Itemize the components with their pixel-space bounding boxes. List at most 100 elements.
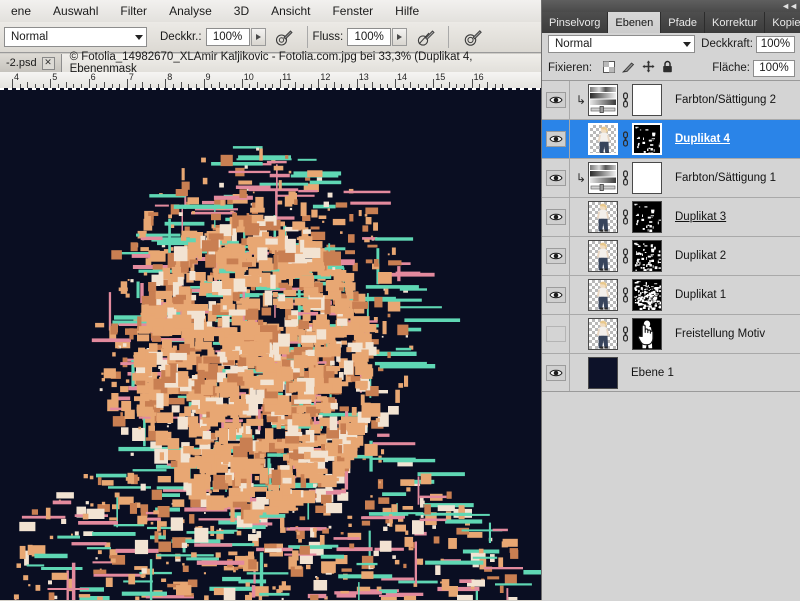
menu-item-hilfe[interactable]: Hilfe	[384, 2, 430, 20]
layer-content[interactable]: ↳Farbton/Sättigung 2	[570, 81, 800, 119]
eye-icon[interactable]	[546, 209, 566, 225]
layer-name[interactable]: Farbton/Sättigung 2	[675, 94, 776, 106]
eye-icon[interactable]	[546, 92, 566, 108]
layer-thumbnail[interactable]	[588, 318, 618, 350]
menu-item-filter[interactable]: Filter	[109, 2, 158, 20]
document-tab[interactable]: -2.psd✕	[0, 54, 62, 72]
layer-row[interactable]: Duplikat 2	[542, 237, 800, 276]
layer-name[interactable]: Freistellung Motiv	[675, 328, 765, 340]
ruler-tick	[357, 79, 358, 88]
menu-item-ene[interactable]: ene	[0, 2, 42, 20]
layer-opacity-input[interactable]: 100%	[756, 36, 795, 53]
eye-icon[interactable]	[546, 326, 566, 342]
layer-row[interactable]: Ebene 1	[542, 354, 800, 393]
layer-name[interactable]: Duplikat 2	[675, 250, 726, 262]
document-tab[interactable]: © Fotolia_14982670_XLAmir Kaljikovic - F…	[62, 54, 541, 72]
layer-list[interactable]: ↳Farbton/Sättigung 2 Duplikat 4 ↳Farbton/S…	[542, 80, 800, 392]
layer-row[interactable]: Duplikat 3	[542, 198, 800, 237]
link-mask-icon[interactable]	[618, 92, 632, 108]
layer-row[interactable]: ↳Farbton/Sättigung 2	[542, 81, 800, 120]
brush-blend-mode-select[interactable]: Normal	[4, 27, 147, 47]
layer-mask-thumbnail[interactable]	[632, 201, 662, 233]
layer-mask-thumbnail[interactable]	[632, 279, 662, 311]
eye-icon[interactable]	[546, 287, 566, 303]
layer-thumbnail[interactable]	[588, 162, 618, 194]
layer-thumbnail[interactable]	[588, 123, 618, 155]
lock-image-icon[interactable]	[622, 61, 635, 76]
layer-visibility-cell[interactable]	[542, 198, 570, 236]
layer-content[interactable]: Duplikat 4	[570, 120, 800, 158]
layer-mask-thumbnail[interactable]	[632, 240, 662, 272]
menu-item-fenster[interactable]: Fenster	[321, 2, 384, 20]
eye-icon[interactable]	[546, 131, 566, 147]
eye-icon[interactable]	[546, 365, 566, 381]
flow-stepper[interactable]	[392, 28, 407, 46]
layer-name[interactable]: Duplikat 1	[675, 289, 726, 301]
link-mask-icon[interactable]	[618, 131, 632, 147]
layer-visibility-cell[interactable]	[542, 81, 570, 119]
menu-item-ansicht[interactable]: Ansicht	[260, 2, 321, 20]
layer-row[interactable]: Duplikat 4	[542, 120, 800, 159]
layer-content[interactable]: Freistellung Motiv	[570, 315, 800, 353]
menu-item-auswahl[interactable]: Auswahl	[42, 2, 109, 20]
opacity-stepper[interactable]	[251, 28, 266, 46]
pressure-size-icon[interactable]	[460, 25, 486, 49]
fill-input[interactable]: 100%	[753, 60, 795, 77]
layer-content[interactable]: Duplikat 1	[570, 276, 800, 314]
layer-content[interactable]: Duplikat 3	[570, 198, 800, 236]
layer-row[interactable]: Freistellung Motiv	[542, 315, 800, 354]
layer-row[interactable]: Duplikat 1	[542, 276, 800, 315]
layer-mask-thumbnail[interactable]	[632, 318, 662, 350]
opacity-input[interactable]: 100%	[206, 28, 250, 46]
layer-thumbnail[interactable]	[588, 201, 618, 233]
airbrush-icon[interactable]	[413, 25, 439, 49]
link-mask-icon[interactable]	[618, 326, 632, 342]
layer-visibility-cell[interactable]	[542, 354, 570, 392]
layer-thumbnail[interactable]	[588, 84, 618, 116]
ruler-tick	[242, 79, 243, 88]
collapse-arrows-icon[interactable]: ◄◄	[781, 1, 797, 11]
pressure-opacity-icon[interactable]	[272, 25, 298, 49]
horizontal-ruler[interactable]: 45678910111213141516	[0, 72, 541, 89]
menu-item-analyse[interactable]: Analyse	[158, 2, 223, 20]
panel-tab-pinselvorg[interactable]: Pinselvorg	[542, 12, 608, 33]
layer-visibility-cell[interactable]	[542, 120, 570, 158]
layer-thumbnail[interactable]	[588, 357, 618, 389]
link-mask-icon[interactable]	[618, 209, 632, 225]
panel-tab-ebenen[interactable]: Ebenen	[608, 12, 661, 33]
layer-visibility-cell[interactable]	[542, 159, 570, 197]
layer-name[interactable]: Duplikat 4	[675, 133, 730, 145]
layer-thumbnail[interactable]	[588, 279, 618, 311]
layer-mask-thumbnail[interactable]	[632, 84, 662, 116]
ruler-tick	[165, 79, 166, 88]
close-icon[interactable]: ✕	[42, 57, 55, 70]
lock-all-icon[interactable]	[662, 60, 673, 76]
layer-thumbnail[interactable]	[588, 240, 618, 272]
layer-visibility-cell[interactable]	[542, 237, 570, 275]
document-canvas[interactable]	[0, 88, 541, 600]
layer-blend-mode-select[interactable]: Normal	[548, 35, 695, 53]
panel-tab-pfade[interactable]: Pfade	[661, 12, 705, 33]
layer-name[interactable]: Ebene 1	[631, 367, 674, 379]
layer-content[interactable]: Duplikat 2	[570, 237, 800, 275]
layer-mask-thumbnail[interactable]	[632, 123, 662, 155]
panel-tab-kopierque[interactable]: Kopierque	[765, 12, 800, 33]
layer-content[interactable]: Ebene 1	[570, 354, 800, 392]
layer-name[interactable]: Farbton/Sättigung 1	[675, 172, 776, 184]
eye-icon[interactable]	[546, 248, 566, 264]
menu-item-3d[interactable]: 3D	[223, 2, 260, 20]
layer-content[interactable]: ↳Farbton/Sättigung 1	[570, 159, 800, 197]
layer-visibility-cell[interactable]	[542, 315, 570, 353]
layer-row[interactable]: ↳Farbton/Sättigung 1	[542, 159, 800, 198]
link-mask-icon[interactable]	[618, 248, 632, 264]
lock-transparency-icon[interactable]	[603, 61, 615, 76]
link-mask-icon[interactable]	[618, 287, 632, 303]
lock-position-icon[interactable]	[642, 60, 655, 76]
layer-name[interactable]: Duplikat 3	[675, 211, 726, 223]
link-mask-icon[interactable]	[618, 170, 632, 186]
eye-icon[interactable]	[546, 170, 566, 186]
flow-input[interactable]: 100%	[347, 28, 391, 46]
panel-tab-korrektur[interactable]: Korrektur	[705, 12, 765, 33]
layer-mask-thumbnail[interactable]	[632, 162, 662, 194]
layer-visibility-cell[interactable]	[542, 276, 570, 314]
